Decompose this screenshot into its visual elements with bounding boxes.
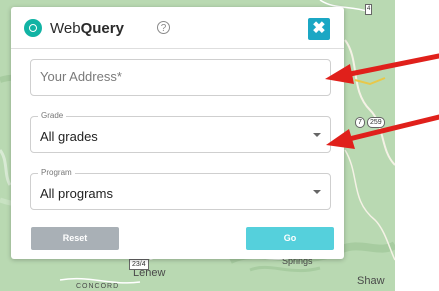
- annotation-arrows: [325, 53, 439, 149]
- screenshot: Lehew CONCORD Shaw Springs 23/4 7 259 4 …: [0, 0, 439, 291]
- red-arrow-icon: [326, 114, 439, 149]
- red-arrow-icon: [325, 53, 439, 84]
